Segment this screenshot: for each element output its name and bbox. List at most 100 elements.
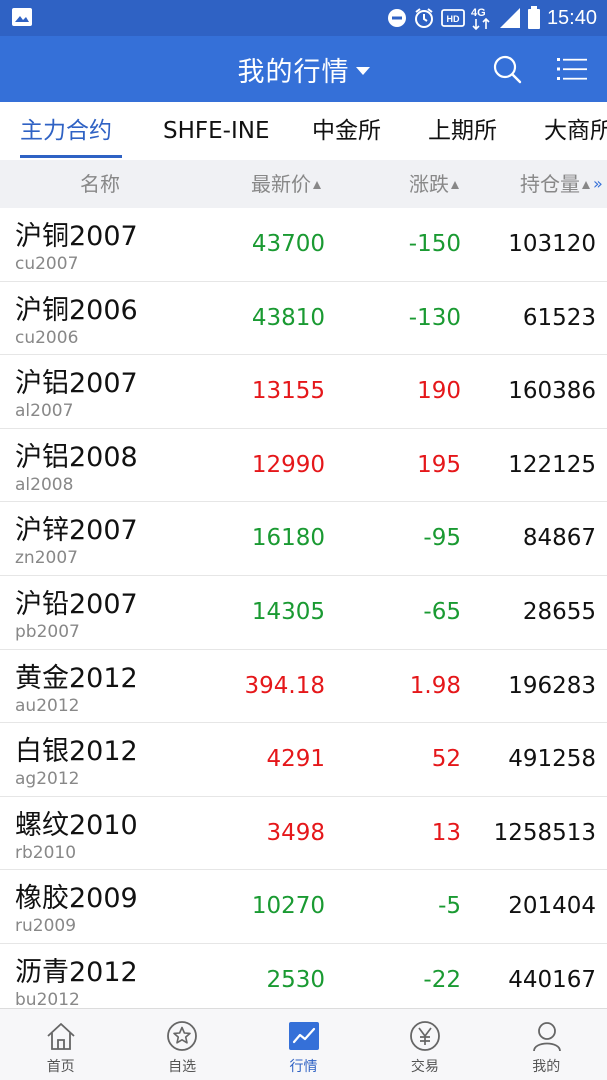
nav-watchlist[interactable]: 自选	[121, 1009, 242, 1080]
menu-icon[interactable]	[557, 54, 587, 84]
contract-code: zn2007	[15, 548, 78, 569]
col-name: 名称	[80, 172, 120, 196]
tab-main-contracts[interactable]: 主力合约	[20, 102, 112, 160]
last-price: 12990	[251, 451, 325, 478]
gallery-icon	[12, 8, 32, 26]
dropdown-caret-icon[interactable]	[355, 66, 370, 75]
contract-name: 沪铜2006	[15, 294, 138, 326]
contract-name: 橡胶2009	[15, 883, 138, 915]
tab-shfe[interactable]: 上期所	[428, 102, 497, 160]
nav-trade[interactable]: 交易	[364, 1009, 485, 1080]
open-interest: 196283	[508, 672, 596, 699]
battery-icon	[527, 6, 540, 29]
scroll-right-icon[interactable]: »	[593, 160, 603, 208]
quote-row[interactable]: 沥青2012 bu2012 2530 -22 440167	[0, 943, 607, 1018]
contract-code: ag2012	[15, 769, 80, 790]
quote-row[interactable]: 黄金2012 au2012 394.18 1.98 196283	[0, 649, 607, 724]
bottom-nav: 首页 自选 行情 交易 我的	[0, 1008, 607, 1080]
price-change: -130	[408, 304, 461, 331]
last-price: 43700	[251, 231, 325, 257]
price-change: 195	[417, 451, 461, 478]
col-oi-sort[interactable]: 持仓量	[520, 160, 590, 208]
signal-icon	[499, 8, 520, 28]
svg-text:4G: 4G	[471, 7, 486, 19]
contract-code: cu2006	[15, 327, 79, 348]
open-interest: 103120	[508, 231, 596, 257]
yen-icon	[410, 1021, 441, 1051]
contract-name: 黄金2012	[15, 662, 138, 694]
svg-text:HD: HD	[446, 14, 459, 24]
last-price: 394.18	[244, 672, 325, 699]
quote-row[interactable]: 沪铝2007 al2007 13155 190 160386	[0, 355, 607, 429]
quote-row[interactable]: 沪锌2007 zn2007 16180 -95 84867	[0, 502, 607, 576]
sort-icon	[451, 181, 459, 189]
active-tab-indicator	[20, 155, 122, 158]
quote-row[interactable]: 白银2012 ag2012 4291 52 491258	[0, 723, 607, 797]
chart-icon	[288, 1022, 319, 1050]
price-change: -5	[438, 893, 461, 920]
col-change-sort[interactable]: 涨跌	[409, 160, 459, 208]
contract-code: au2012	[15, 695, 80, 716]
last-price: 14305	[251, 598, 325, 625]
quote-row[interactable]: 橡胶2009 ru2009 10270 -5 201404	[0, 870, 607, 944]
page-title[interactable]: 我的行情	[238, 50, 350, 89]
open-interest: 61523	[522, 304, 596, 331]
quote-row[interactable]: 沪铜2006 cu2006 43810 -130 61523	[0, 281, 607, 356]
price-change: -65	[423, 598, 461, 625]
search-icon[interactable]	[492, 54, 522, 84]
nav-watchlist-label: 自选	[168, 1059, 197, 1075]
price-change: -150	[408, 231, 461, 257]
contract-code: bu2012	[15, 989, 80, 1010]
nav-profile-label: 我的	[532, 1059, 561, 1075]
tab-dce[interactable]: 大商所	[544, 102, 607, 160]
quote-row[interactable]: 沪铜2007 cu2007 43700 -150 103120	[0, 208, 607, 282]
contract-code: rb2010	[15, 842, 77, 863]
price-change: 52	[431, 746, 461, 773]
last-price: 3498	[266, 819, 325, 846]
contract-name: 沪铝2007	[15, 368, 138, 400]
last-price: 16180	[251, 525, 325, 552]
col-price-label: 最新价	[251, 172, 311, 196]
last-price: 13155	[251, 378, 325, 405]
star-icon	[167, 1021, 198, 1051]
alarm-icon	[414, 8, 433, 28]
price-change: -22	[423, 966, 461, 993]
home-icon	[47, 1023, 75, 1050]
contract-name: 沪铅2007	[15, 588, 138, 620]
app-frame: HD 4G 15:40 我的行情 主力合约 SHFE-INE 中金所 上期所 大…	[0, 0, 607, 1080]
nav-home[interactable]: 首页	[0, 1009, 121, 1080]
col-change-label: 涨跌	[409, 172, 449, 196]
status-icons: HD 4G 15:40	[381, 0, 597, 36]
open-interest: 84867	[522, 525, 596, 552]
nav-market[interactable]: 行情	[243, 1009, 364, 1080]
nav-market-label: 行情	[289, 1059, 318, 1075]
contract-name: 螺纹2010	[15, 809, 138, 841]
quote-row[interactable]: 螺纹2010 rb2010 3498 13 1258513	[0, 796, 607, 871]
contract-code: al2008	[15, 474, 74, 495]
contract-name: 沪锌2007	[15, 515, 138, 547]
nav-profile[interactable]: 我的	[486, 1009, 607, 1080]
open-interest: 160386	[508, 378, 596, 405]
open-interest: 28655	[522, 598, 596, 625]
quote-row[interactable]: 沪铅2007 pb2007 14305 -65 28655	[0, 575, 607, 650]
tab-shfe-ine[interactable]: SHFE-INE	[163, 102, 269, 160]
hd-icon: HD	[441, 9, 465, 27]
profile-icon	[532, 1022, 561, 1052]
open-interest: 440167	[508, 966, 596, 993]
contract-code: cu2007	[15, 254, 79, 274]
last-price: 10270	[251, 893, 325, 920]
nav-trade-label: 交易	[410, 1059, 439, 1075]
col-price-sort[interactable]: 最新价	[251, 160, 321, 208]
contract-code: pb2007	[15, 621, 80, 642]
last-price: 4291	[266, 746, 325, 773]
open-interest: 491258	[508, 746, 596, 773]
price-change: 13	[431, 819, 461, 846]
column-header: 名称 最新价 涨跌 持仓量 »	[0, 160, 607, 208]
status-bar: HD 4G 15:40	[0, 0, 607, 36]
sort-icon	[313, 181, 321, 189]
tab-cffex[interactable]: 中金所	[312, 102, 381, 160]
app-header: 我的行情	[0, 36, 607, 102]
quote-row[interactable]: 沪铝2008 al2008 12990 195 122125	[0, 428, 607, 503]
contract-name: 沪铝2008	[15, 441, 138, 473]
open-interest: 1258513	[493, 819, 596, 846]
